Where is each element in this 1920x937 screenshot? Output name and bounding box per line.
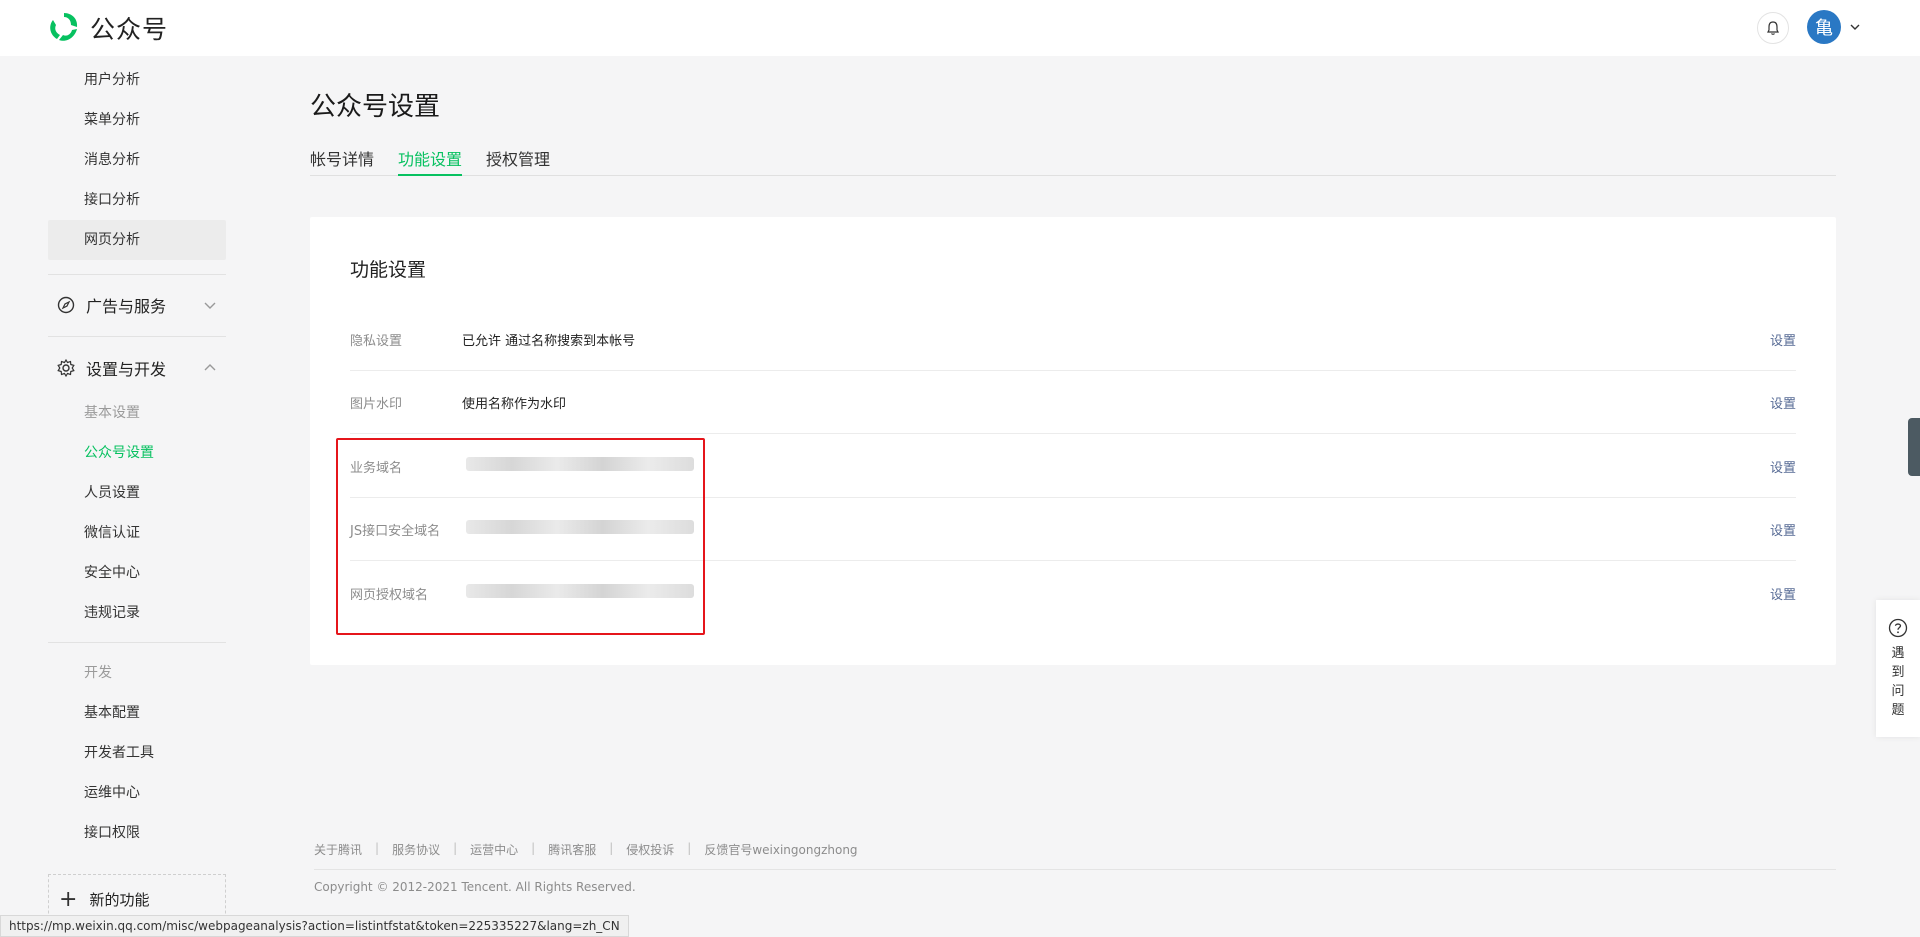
side-edge-tab[interactable] bbox=[1908, 418, 1920, 476]
tab-feature-settings[interactable]: 功能设置 bbox=[398, 146, 463, 176]
tab-bar: 帐号详情 功能设置 授权管理 bbox=[310, 140, 1836, 176]
sidebar-item-security-center[interactable]: 安全中心 bbox=[48, 553, 226, 593]
sidebar-section-dev: 开发 bbox=[84, 665, 112, 681]
top-bar: 公众号 亀 bbox=[0, 0, 1920, 56]
wechat-official-logo-icon bbox=[50, 13, 78, 41]
page-title: 公众号设置 bbox=[310, 92, 441, 122]
row-value: 使用名称作为水印 bbox=[462, 397, 567, 412]
gear-icon bbox=[57, 358, 75, 378]
new-function-label: 新的功能 bbox=[89, 890, 150, 909]
tab-authorization-management[interactable]: 授权管理 bbox=[486, 146, 550, 176]
sidebar-item-staff-settings[interactable]: 人员设置 bbox=[48, 473, 226, 513]
sidebar-item-user-analysis[interactable]: 用户分析 bbox=[48, 60, 226, 100]
watermark-settings-link[interactable]: 设置 bbox=[1770, 393, 1796, 412]
sidebar-item-wechat-verification[interactable]: 微信认证 bbox=[48, 513, 226, 553]
sidebar-group-ads[interactable]: 广告与服务 bbox=[48, 283, 226, 327]
sidebar-item-developer-tools[interactable]: 开发者工具 bbox=[48, 733, 226, 773]
sidebar: 用户分析 菜单分析 消息分析 接口分析 网页分析 广告与服务 设置与开发 基本设… bbox=[0, 56, 240, 937]
footer-link-about[interactable]: 关于腾讯 bbox=[314, 841, 362, 858]
footer-links: 关于腾讯 | 服务协议 | 运营中心 | 腾讯客服 | 侵权投诉 | 反馈官号w… bbox=[314, 841, 858, 858]
privacy-settings-link[interactable]: 设置 bbox=[1770, 330, 1796, 349]
sidebar-divider bbox=[48, 336, 226, 337]
chevron-down-icon[interactable] bbox=[1848, 20, 1862, 34]
highlight-annotation-box bbox=[336, 438, 705, 635]
sidebar-group-ads-label: 广告与服务 bbox=[86, 297, 167, 316]
chevron-up-icon bbox=[204, 364, 216, 371]
js-domain-settings-link[interactable]: 设置 bbox=[1770, 520, 1796, 539]
settings-row-privacy: 隐私设置 已允许 通过名称搜索到本帐号 设置 bbox=[350, 308, 1796, 371]
sidebar-group-settings-label: 设置与开发 bbox=[86, 360, 167, 379]
sidebar-item-webpage-analysis[interactable]: 网页分析 bbox=[48, 220, 226, 260]
row-label: 隐私设置 bbox=[350, 334, 403, 349]
footer-separator: | bbox=[453, 841, 458, 855]
footer-link-support[interactable]: 腾讯客服 bbox=[548, 841, 596, 858]
business-domain-settings-link[interactable]: 设置 bbox=[1770, 457, 1796, 476]
footer-link-terms[interactable]: 服务协议 bbox=[392, 841, 440, 858]
footer-separator: | bbox=[531, 841, 536, 855]
card-title: 功能设置 bbox=[350, 259, 427, 281]
oauth-domain-settings-link[interactable]: 设置 bbox=[1770, 584, 1796, 603]
question-icon bbox=[1888, 618, 1908, 638]
footer-divider bbox=[314, 869, 1836, 870]
footer-separator: | bbox=[687, 841, 692, 855]
sidebar-group-settings-dev[interactable]: 设置与开发 bbox=[48, 346, 226, 390]
sidebar-item-basic-config[interactable]: 基本配置 bbox=[48, 693, 226, 733]
sidebar-item-ops-center[interactable]: 运维中心 bbox=[48, 773, 226, 813]
row-divider bbox=[350, 433, 1796, 434]
sidebar-item-api-permissions[interactable]: 接口权限 bbox=[48, 813, 226, 853]
chevron-down-icon bbox=[204, 302, 216, 309]
browser-status-url: https://mp.weixin.qq.com/misc/webpageana… bbox=[0, 915, 629, 937]
footer-link-infringement[interactable]: 侵权投诉 bbox=[626, 841, 674, 858]
footer-link-feedback[interactable]: 反馈官号weixingongzhong bbox=[704, 841, 857, 858]
tab-account-details[interactable]: 帐号详情 bbox=[310, 146, 374, 176]
sidebar-section-basic: 基本设置 bbox=[84, 405, 140, 421]
help-widget[interactable]: 遇到问题 bbox=[1876, 600, 1920, 737]
sidebar-item-menu-analysis[interactable]: 菜单分析 bbox=[48, 100, 226, 140]
help-label: 遇到问题 bbox=[1891, 646, 1905, 718]
sidebar-item-violation-records[interactable]: 违规记录 bbox=[48, 593, 226, 633]
brand-name: 公众号 bbox=[90, 15, 169, 44]
footer-separator: | bbox=[609, 841, 614, 855]
sidebar-divider bbox=[48, 642, 226, 643]
notification-bell-icon[interactable] bbox=[1757, 12, 1789, 44]
footer-link-ops-center[interactable]: 运营中心 bbox=[470, 841, 518, 858]
logo[interactable]: 公众号 bbox=[46, 10, 168, 46]
sidebar-item-api-analysis[interactable]: 接口分析 bbox=[48, 180, 226, 220]
bell-icon bbox=[1767, 21, 1779, 35]
row-value: 已允许 通过名称搜索到本帐号 bbox=[462, 334, 636, 349]
avatar[interactable]: 亀 bbox=[1807, 10, 1841, 44]
settings-row-watermark: 图片水印 使用名称作为水印 设置 bbox=[350, 371, 1796, 434]
sidebar-divider bbox=[48, 274, 226, 275]
row-label: 图片水印 bbox=[350, 397, 403, 412]
sidebar-item-message-analysis[interactable]: 消息分析 bbox=[48, 140, 226, 180]
copyright: Copyright © 2012-2021 Tencent. All Right… bbox=[314, 880, 636, 894]
compass-icon bbox=[57, 296, 75, 314]
sidebar-item-account-settings[interactable]: 公众号设置 bbox=[48, 433, 226, 473]
plus-icon: + bbox=[59, 886, 78, 912]
footer-separator: | bbox=[375, 841, 380, 855]
